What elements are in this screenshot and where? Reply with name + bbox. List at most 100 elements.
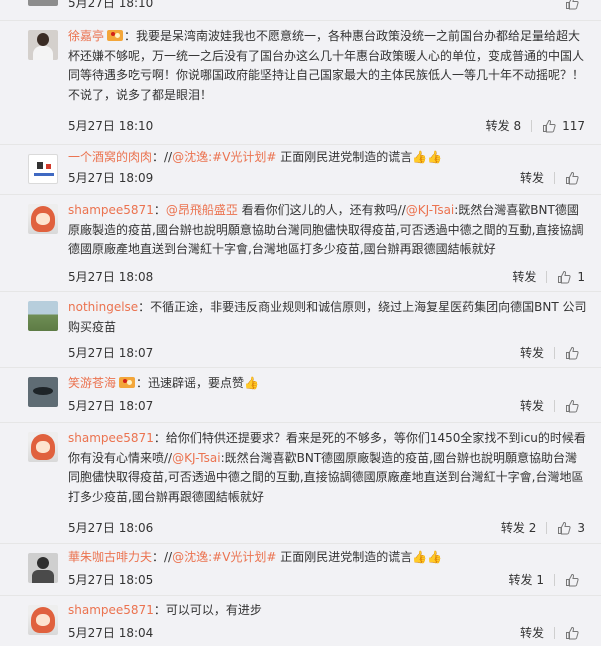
- comment-username[interactable]: 華朱咖古啡力夫: [68, 550, 152, 564]
- repost-button[interactable]: 转发: [520, 169, 544, 187]
- comment-item: 一个酒窝的肉肉：//@沈逸:#V光计划# 正面刚民进党制造的谎言👍👍 5月27日…: [0, 145, 601, 195]
- like-count: 117: [562, 119, 585, 133]
- comment-username[interactable]: nothingelse: [68, 300, 138, 314]
- comment-actions: 转发 8 117: [486, 117, 585, 135]
- mention-link[interactable]: @昂飛船盛亞: [166, 203, 238, 217]
- comment-item: 華朱咖古啡力夫：//@沈逸:#V光计划# 正面刚民进党制造的谎言👍👍 5月27日…: [0, 544, 601, 596]
- comment-text: ：迅速辟谣，要点赞: [136, 376, 245, 390]
- comment-text-prefix: ：: [153, 203, 166, 217]
- repost-button[interactable]: 转发: [512, 268, 536, 286]
- comment-actions: 转发: [520, 169, 585, 187]
- avatar[interactable]: [28, 432, 58, 462]
- comment-item: 笑游苍海 ：迅速辟谣，要点赞👍 5月27日 18:07 转发: [0, 368, 601, 423]
- repost-label: 转发: [519, 346, 544, 360]
- like-button[interactable]: 117: [542, 117, 585, 135]
- comment-time[interactable]: 5月27日 18:09: [68, 169, 153, 187]
- thumbs-up-icon: [566, 573, 579, 587]
- thumbs-up-icon: [566, 171, 579, 185]
- repost-button[interactable]: 转发 1: [509, 571, 544, 589]
- comment-actions: [565, 0, 585, 12]
- comment-username[interactable]: 徐嘉亭: [68, 29, 104, 43]
- divider: [546, 522, 548, 534]
- repost-button[interactable]: 转发: [520, 624, 544, 642]
- mention-link[interactable]: @KJ-Tsai: [406, 203, 455, 217]
- like-button[interactable]: 1: [557, 268, 585, 286]
- like-button[interactable]: 3: [557, 519, 585, 537]
- comment-item: 5月27日 18:10: [0, 0, 601, 21]
- comment-time[interactable]: 5月27日 18:04: [68, 624, 153, 642]
- like-count: 1: [577, 270, 585, 284]
- avatar[interactable]: [28, 204, 58, 234]
- repost-button[interactable]: 转发 8: [486, 117, 521, 135]
- comment-actions: 转发 1: [512, 268, 585, 286]
- avatar[interactable]: [28, 301, 58, 331]
- comment-username[interactable]: 一个酒窝的肉肉: [68, 150, 152, 164]
- comment-meta: 5月27日 18:06 转发 2 3: [68, 519, 588, 537]
- repost-label: 转发: [519, 399, 544, 413]
- divider: [554, 347, 555, 359]
- comment-username[interactable]: shampee5871: [68, 431, 154, 445]
- like-button[interactable]: [565, 346, 585, 360]
- like-button[interactable]: [565, 0, 585, 10]
- divider: [554, 627, 555, 639]
- thumbs-up-icon: [566, 346, 579, 360]
- comment-meta: 5月27日 18:05 转发 1: [68, 571, 588, 589]
- divider: [554, 400, 555, 412]
- divider: [531, 120, 533, 132]
- comment-text: ：可以可以，有进步: [153, 603, 262, 617]
- repost-label: 转发: [500, 521, 525, 535]
- vip-badge-icon[interactable]: [119, 377, 136, 388]
- avatar[interactable]: [28, 553, 58, 583]
- comment-meta: 5月27日 18:10: [68, 0, 588, 12]
- repost-button[interactable]: 转发: [520, 397, 544, 415]
- avatar[interactable]: [28, 0, 58, 6]
- avatar[interactable]: [28, 377, 58, 407]
- like-button[interactable]: [565, 573, 585, 587]
- like-button[interactable]: [565, 399, 585, 413]
- divider: [554, 574, 555, 586]
- thumbs-up-emoji-icon: 👍: [244, 376, 259, 390]
- like-button[interactable]: [565, 626, 585, 640]
- comment-body: 笑游苍海 ：迅速辟谣，要点赞👍: [68, 374, 588, 394]
- like-button[interactable]: [565, 171, 585, 185]
- repost-button[interactable]: 转发: [520, 344, 544, 362]
- comment-body: 一个酒窝的肉肉：//@沈逸:#V光计划# 正面刚民进党制造的谎言👍👍: [68, 148, 588, 168]
- comment-text: ：不循正途，非要违反商业规则和诚信原则，绕过上海复星医药集团向德国BNT 公司购…: [68, 300, 587, 334]
- comment-time[interactable]: 5月27日 18:07: [68, 397, 153, 415]
- comment-time[interactable]: 5月27日 18:08: [68, 268, 153, 286]
- comment-username[interactable]: shampee5871: [68, 603, 154, 617]
- vip-badge-icon[interactable]: [107, 30, 124, 41]
- comment-time[interactable]: 5月27日 18:06: [68, 519, 153, 537]
- mention-link[interactable]: @沈逸:#V光计划#: [172, 550, 276, 564]
- thumbs-up-icon: [558, 521, 571, 535]
- comment-text: ：我要是呆湾南波娃我也不愿意统一，各种惠台政策没统一之前国台办都给足量给超大杯还…: [68, 29, 585, 102]
- avatar[interactable]: [28, 605, 58, 635]
- divider: [546, 271, 548, 283]
- comment-meta: 5月27日 18:07 转发: [68, 397, 588, 415]
- repost-count: 1: [536, 573, 544, 587]
- comment-meta: 5月27日 18:04 转发: [68, 624, 588, 642]
- comment-text-prefix: ：//: [152, 550, 173, 564]
- comment-actions: 转发: [520, 624, 585, 642]
- mention-link[interactable]: @沈逸:#V光计划#: [172, 150, 276, 164]
- comment-time[interactable]: 5月27日 18:07: [68, 344, 153, 362]
- divider: [554, 172, 555, 184]
- repost-label: 转发: [519, 171, 544, 185]
- comment-username[interactable]: 笑游苍海: [68, 376, 116, 390]
- comment-meta: 5月27日 18:07 转发: [68, 344, 588, 362]
- comment-time[interactable]: 5月27日 18:10: [68, 0, 153, 12]
- avatar[interactable]: [28, 30, 58, 60]
- comment-meta: 5月27日 18:10 转发 8 117: [68, 117, 588, 135]
- mention-link[interactable]: @KJ-Tsai: [172, 451, 221, 465]
- comment-text: 看看你们这儿的人，还有救吗//: [237, 203, 406, 217]
- comment-meta: 5月27日 18:09 转发: [68, 169, 588, 187]
- comment-username[interactable]: shampee5871: [68, 203, 154, 217]
- repost-button[interactable]: 转发 2: [501, 519, 536, 537]
- comment-time[interactable]: 5月27日 18:10: [68, 117, 153, 135]
- comment-text: 正面刚民进党制造的谎言: [276, 150, 413, 164]
- like-count: 3: [577, 521, 585, 535]
- comment-time[interactable]: 5月27日 18:05: [68, 571, 153, 589]
- avatar[interactable]: [28, 154, 58, 184]
- comment-text-prefix: ：//: [152, 150, 173, 164]
- comment-actions: 转发: [520, 344, 585, 362]
